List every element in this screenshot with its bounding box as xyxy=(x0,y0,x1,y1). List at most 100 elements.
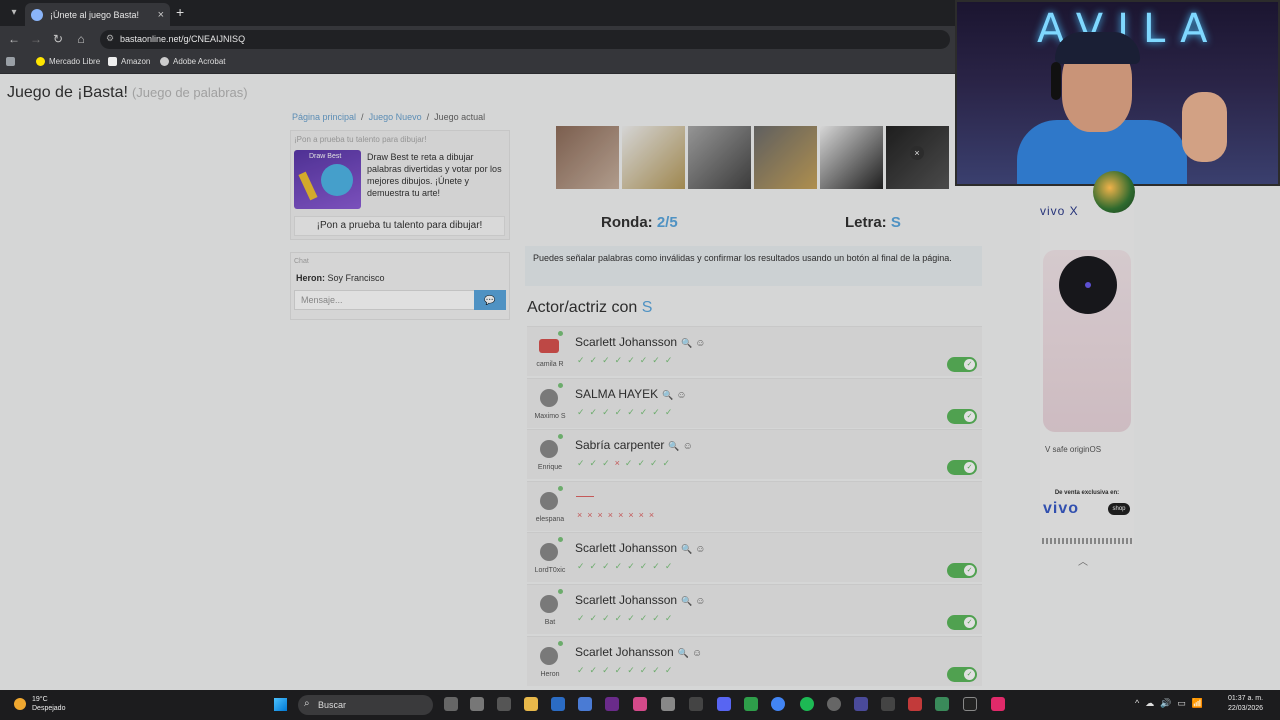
taskbar-search[interactable]: ⌕ Buscar xyxy=(298,695,433,715)
search-word-icon[interactable]: 🔍 xyxy=(681,544,692,554)
search-word-icon[interactable]: 🔍 xyxy=(668,441,679,451)
chat-heading: Chat xyxy=(294,258,309,265)
forward-icon[interactable]: → xyxy=(28,31,44,47)
check-icon: ✓ xyxy=(577,458,590,468)
site-info-icon[interactable]: ⚙ xyxy=(106,33,114,44)
audio-app-icon[interactable] xyxy=(881,697,895,711)
react-emoji-icon[interactable]: ☺ xyxy=(695,338,705,349)
steam-icon[interactable] xyxy=(827,697,841,711)
chat-send-button[interactable]: 💬 xyxy=(474,290,506,310)
promo-box: ¡Pon a prueba tu talento para dibujar! D… xyxy=(290,130,510,240)
accept-toggle[interactable]: ✓ xyxy=(947,667,977,682)
chevron-up-icon[interactable]: ︿ xyxy=(1078,553,1088,568)
bookmark-amazon[interactable]: Amazon xyxy=(108,57,150,66)
ad-product-eagle-pendant[interactable] xyxy=(556,126,619,189)
online-dot-icon xyxy=(558,486,563,491)
promo-button[interactable]: ¡Pon a prueba tu talento para dibujar! xyxy=(294,216,505,236)
back-icon[interactable]: ← xyxy=(6,31,22,47)
check-icon: ✓ xyxy=(614,613,628,623)
xbox-icon[interactable] xyxy=(744,697,758,711)
new-tab-icon[interactable]: + xyxy=(176,4,184,20)
tab-list-chevron-icon[interactable]: ▾ xyxy=(6,5,22,21)
system-tray[interactable]: ^☁🔊▭📶 xyxy=(1135,698,1209,709)
ad-product-dress[interactable] xyxy=(688,126,751,189)
check-icon: ✓ xyxy=(614,355,628,365)
reload-icon[interactable]: ↻ xyxy=(50,31,66,47)
toggle-check-icon: ✓ xyxy=(964,411,975,422)
ad-close-icon[interactable]: × xyxy=(910,146,924,160)
search-word-icon[interactable]: 🔍 xyxy=(662,390,673,400)
page-subtitle: (Juego de palabras) xyxy=(131,85,248,100)
check-icon: ✓ xyxy=(589,407,603,417)
accept-toggle[interactable]: ✓ xyxy=(947,409,977,424)
react-emoji-icon[interactable]: ☺ xyxy=(683,441,693,452)
ad-product-helmet[interactable] xyxy=(622,126,685,189)
answer-row: Enrique Sabría carpenter 🔍 ☺ ✓✓✓×✓✓✓✓ ✓ xyxy=(527,429,982,479)
accept-toggle[interactable]: ✓ xyxy=(947,460,977,475)
file-explorer-icon[interactable] xyxy=(524,697,538,711)
ad-product-robe[interactable] xyxy=(820,126,883,189)
store-icon[interactable] xyxy=(497,697,511,711)
vivo-ad[interactable]: vivo X V safe originOS De venta exclusiv… xyxy=(1040,200,1134,550)
answer-user: elespana xyxy=(535,516,565,523)
breadcrumb: Página principal / Juego Nuevo / Juego a… xyxy=(292,112,486,122)
accept-toggle[interactable]: ✓ xyxy=(947,615,977,630)
chat-message: Heron: Soy Francisco xyxy=(296,273,385,283)
vote-marks: ✓✓✓✓✓✓✓✓ xyxy=(577,355,677,366)
start-button-icon[interactable] xyxy=(274,698,287,711)
next-app-icon[interactable] xyxy=(605,697,619,711)
react-emoji-icon[interactable]: ☺ xyxy=(692,648,702,659)
answer-user: Maximo S xyxy=(534,413,566,420)
settings-icon[interactable] xyxy=(470,697,484,711)
docs-icon[interactable] xyxy=(578,697,592,711)
check-icon: ✓ xyxy=(637,458,650,468)
tab-close-icon[interactable]: × xyxy=(158,9,164,21)
check-icon: ✓ xyxy=(589,355,603,365)
breadcrumb-new-game[interactable]: Juego Nuevo xyxy=(369,112,422,122)
accept-toggle[interactable]: ✓ xyxy=(947,357,977,372)
spotify-icon[interactable] xyxy=(800,697,814,711)
epic-icon[interactable] xyxy=(963,697,977,711)
search-word-icon[interactable]: 🔍 xyxy=(678,648,689,658)
chat-input[interactable]: Mensaje... xyxy=(294,290,475,310)
avatar xyxy=(540,647,558,665)
tab-favicon-icon xyxy=(31,8,43,21)
obs-icon[interactable] xyxy=(661,697,675,711)
home-icon[interactable]: ⌂ xyxy=(73,31,89,47)
outlook-icon[interactable] xyxy=(551,697,565,711)
app-icon[interactable] xyxy=(854,697,868,711)
vivo-shop-badge: shop xyxy=(1108,503,1130,515)
discord-icon[interactable] xyxy=(717,697,731,711)
url-text[interactable]: bastaonline.net/g/CNEAIJNISQ xyxy=(120,34,245,44)
photos-icon[interactable] xyxy=(633,697,647,711)
react-emoji-icon[interactable]: ☺ xyxy=(695,544,705,555)
taskbar-clock[interactable]: 01:37 a. m. 22/03/2026 xyxy=(1228,694,1263,714)
react-emoji-icon[interactable]: ☺ xyxy=(695,596,705,607)
check-icon: ✓ xyxy=(627,407,640,417)
accept-toggle[interactable]: ✓ xyxy=(947,563,977,578)
search-word-icon[interactable]: 🔍 xyxy=(681,338,692,348)
apps-grid-icon[interactable] xyxy=(6,57,15,66)
task-view-icon[interactable] xyxy=(444,697,458,711)
react-emoji-icon[interactable]: ☺ xyxy=(676,390,686,401)
toggle-check-icon: ✓ xyxy=(964,669,975,680)
chrome-icon[interactable] xyxy=(771,697,785,711)
bookmark-mercado-libre[interactable]: Mercado Libre xyxy=(36,57,100,66)
sheets-icon[interactable] xyxy=(935,697,949,711)
breadcrumb-home[interactable]: Página principal xyxy=(292,112,356,122)
browser-tab[interactable]: ¡Únete al juego Basta! × xyxy=(25,3,170,26)
check-icon: ✓ xyxy=(639,665,653,675)
ad-product-wings-pendant[interactable] xyxy=(754,126,817,189)
vivo-fine-print xyxy=(1042,538,1132,544)
tf-app-icon[interactable] xyxy=(908,697,922,711)
bookmark-adobe-acrobat[interactable]: Adobe Acrobat xyxy=(160,57,225,66)
promo-image[interactable]: Draw Best xyxy=(294,150,361,209)
address-bar[interactable]: ⚙ bastaonline.net/g/CNEAIJNISQ xyxy=(100,30,950,49)
search-word-icon[interactable]: 🔍 xyxy=(681,596,692,606)
windows-taskbar: 19°C Despejado ⌕ Buscar ^☁🔊▭📶 01:37 a. m.… xyxy=(0,690,1280,720)
breadcrumb-current: Juego actual xyxy=(434,112,486,122)
weather-widget[interactable]: 19°C Despejado xyxy=(14,695,65,713)
cross-icon: × xyxy=(638,510,649,520)
capture-icon[interactable] xyxy=(689,697,703,711)
tiktok-icon[interactable] xyxy=(991,697,1005,711)
